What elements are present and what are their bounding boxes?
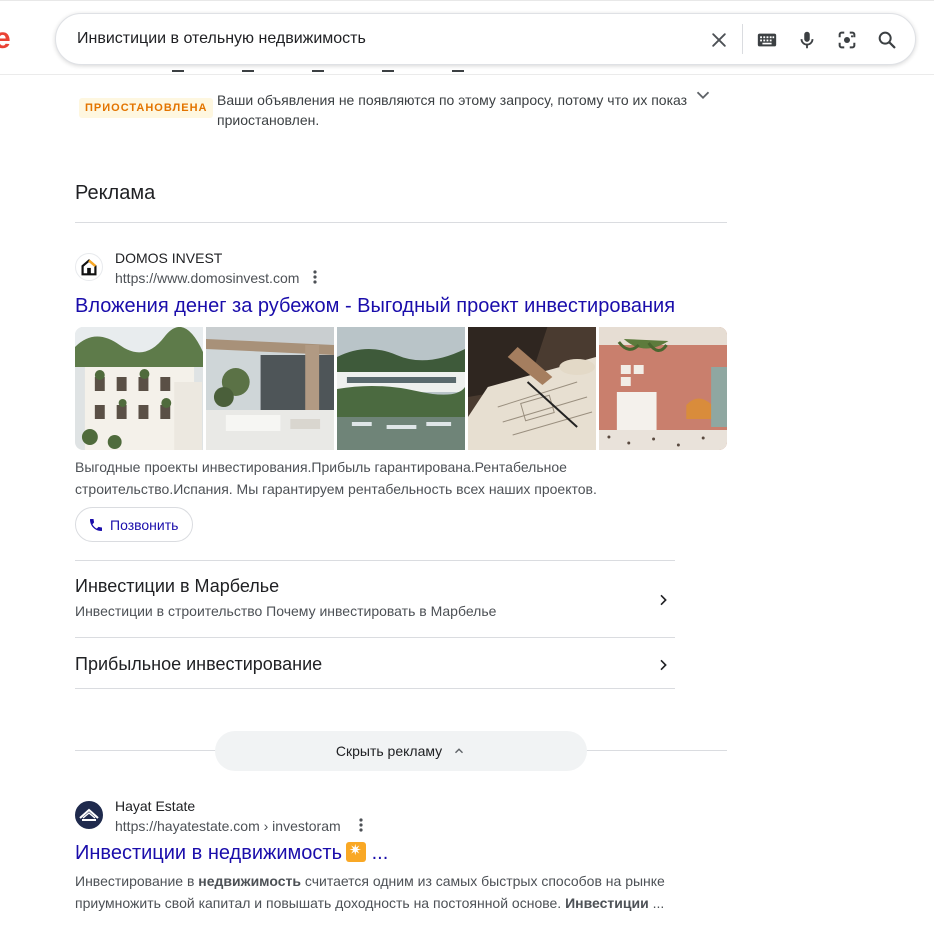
desc-text: Инвестирование в	[75, 873, 199, 889]
paused-message: Ваши объявления не появляются по этому з…	[217, 92, 688, 128]
desc-bold: Инвестиции	[565, 895, 649, 911]
ad-title-link[interactable]: Вложения денег за рубежом - Выгодный про…	[75, 295, 675, 318]
keyboard-icon[interactable]	[755, 28, 779, 52]
camera-lens-icon[interactable]	[835, 28, 859, 52]
ad-site-name[interactable]: DOMOS INVEST	[115, 250, 222, 266]
organic-site-url[interactable]: https://hayatestate.com › investoram	[115, 818, 341, 834]
hayat-favicon-icon[interactable]	[75, 801, 103, 829]
more-options-icon[interactable]	[353, 815, 369, 835]
search-input[interactable]: Инвистиции в отельную недвижимость	[77, 30, 366, 48]
ads-divider	[75, 222, 727, 223]
ad-image-terrace[interactable]	[206, 327, 334, 450]
ad-site-url[interactable]: https://www.domosinvest.com	[115, 270, 299, 286]
hide-ads-label: Скрыть рекламу	[335, 743, 443, 759]
organic-description: Инвестирование в недвижимость считается …	[75, 870, 675, 914]
desc-bold: недвижимость	[198, 873, 301, 889]
microphone-icon[interactable]	[795, 28, 819, 52]
search-box[interactable]: Инвистиции в отельную недвижимость	[55, 13, 916, 65]
phone-icon	[90, 518, 102, 531]
ad-image-strip	[75, 327, 727, 450]
ads-heading: Реклама	[75, 182, 156, 204]
chevron-down-icon[interactable]	[692, 84, 714, 106]
google-logo-fragment[interactable]: e	[0, 22, 11, 56]
chevron-right-icon	[655, 657, 671, 673]
organic-site-name[interactable]: Hayat Estate	[115, 798, 195, 814]
chevron-right-icon	[655, 592, 671, 608]
organic-title-ellipsis[interactable]: ...	[372, 842, 389, 864]
desc-text: ...	[648, 895, 665, 911]
search-divider	[742, 24, 743, 54]
call-button-label: Позвонить	[110, 516, 179, 533]
hide-ads-button[interactable]: Скрыть рекламу	[215, 731, 587, 771]
sparkle-emoji-icon	[346, 841, 367, 862]
top-border	[0, 0, 934, 4]
search-icon[interactable]	[875, 28, 899, 52]
more-options-icon[interactable]	[307, 267, 323, 287]
domos-favicon-icon[interactable]	[75, 253, 103, 281]
organic-title-text[interactable]: Инвестиции в недвижимость	[75, 842, 342, 864]
chevron-up-icon	[455, 748, 464, 754]
sitelink-title[interactable]: Инвестиции в Марбелье	[75, 576, 675, 597]
ad-image-interior[interactable]	[599, 327, 727, 450]
clear-icon[interactable]	[707, 28, 731, 52]
ad-image-blueprint[interactable]	[468, 327, 596, 450]
sitelink-profitable[interactable]: Прибыльное инвестирование	[75, 637, 675, 688]
sitelink-subtitle: Инвестиции в строительство Почему инвест…	[75, 603, 497, 619]
header-separator	[0, 74, 934, 75]
sitelink-title[interactable]: Прибыльное инвестирование	[75, 654, 675, 675]
sitelinks-divider	[75, 688, 675, 689]
call-button[interactable]: Позвонить	[75, 507, 194, 542]
paused-badge: ПРИОСТАНОВЛЕНА	[79, 98, 214, 118]
ad-image-building[interactable]	[75, 327, 203, 450]
cropped-text-artifact	[172, 70, 522, 72]
sitelink-marbella[interactable]: Инвестиции в Марбелье Инвестиции в строи…	[75, 560, 675, 638]
organic-title-link[interactable]: Инвестиции в недвижимость ...	[75, 841, 389, 865]
ad-image-resort[interactable]	[337, 327, 465, 450]
ad-description: Выгодные проекты инвестирования.Прибыль …	[75, 459, 597, 497]
